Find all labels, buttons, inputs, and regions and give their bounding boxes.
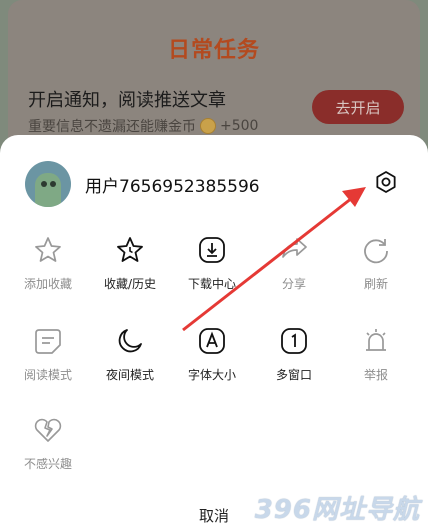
action-label: 下载中心 [187,277,236,291]
font-size-icon [199,328,225,354]
avatar-figure [35,173,61,207]
favorites-history-action[interactable]: 收藏/历史 [87,235,173,305]
daily-task-card: 日常任务 开启通知，阅读推送文章 重要信息不遗漏还能赚金币 +500 去开启 [8,0,420,150]
action-label: 分享 [281,277,306,291]
action-label: 阅读模式 [23,368,72,382]
avatar-eye [41,181,47,187]
action-label: 添加收藏 [23,277,72,291]
action-label: 收藏/历史 [103,277,157,291]
star-icon [35,237,61,262]
avatar-eye [50,181,56,187]
action-label: 夜间模式 [105,368,154,382]
font-size-action[interactable]: 字体大小 [169,326,255,396]
multi-window-icon [281,328,307,354]
username: 用户7656952385596 [85,176,260,197]
download-center-action[interactable]: 下载中心 [169,235,255,305]
action-label: 多窗口 [275,368,312,382]
multi-window-action[interactable]: 多窗口 [251,326,337,396]
download-icon [199,237,225,263]
report-action[interactable]: 举报 [333,326,419,396]
action-label: 举报 [363,368,388,382]
action-label: 刷新 [363,277,388,291]
reading-mode-action[interactable]: 阅读模式 [5,326,91,396]
share-icon [282,238,307,258]
task-desc-text: 重要信息不遗漏还能赚金币 [28,119,196,135]
refresh-icon [364,239,388,264]
watermark: 396网址导航 [254,495,420,525]
action-sheet: 用户7656952385596 添加收藏 收藏/历史 下载中心 分享 刷新 阅读… [0,135,428,532]
coin-icon [200,118,216,134]
daily-task-title: 日常任务 [167,38,260,63]
task-name: 开启通知，阅读推送文章 [28,90,226,111]
action-label: 字体大小 [187,368,236,382]
alarm-icon [366,329,386,351]
user-profile-row[interactable]: 用户7656952385596 [25,160,260,208]
moon-icon [118,329,142,353]
avatar[interactable] [25,161,71,207]
night-mode-action[interactable]: 夜间模式 [87,326,173,396]
reward-amount: +500 [220,118,259,134]
add-favorite-action[interactable]: 添加收藏 [5,235,91,305]
action-label: 不感兴趣 [23,457,72,471]
refresh-action[interactable]: 刷新 [333,235,419,305]
broken-heart-icon [34,418,62,442]
task-description: 重要信息不遗漏还能赚金币 +500 [28,116,258,136]
share-action[interactable]: 分享 [251,235,337,305]
not-interested-action[interactable]: 不感兴趣 [5,415,91,485]
reading-mode-icon [35,329,61,354]
settings-icon[interactable] [374,170,398,194]
enable-notification-button[interactable]: 去开启 [312,90,404,124]
star-clock-icon [117,237,143,262]
